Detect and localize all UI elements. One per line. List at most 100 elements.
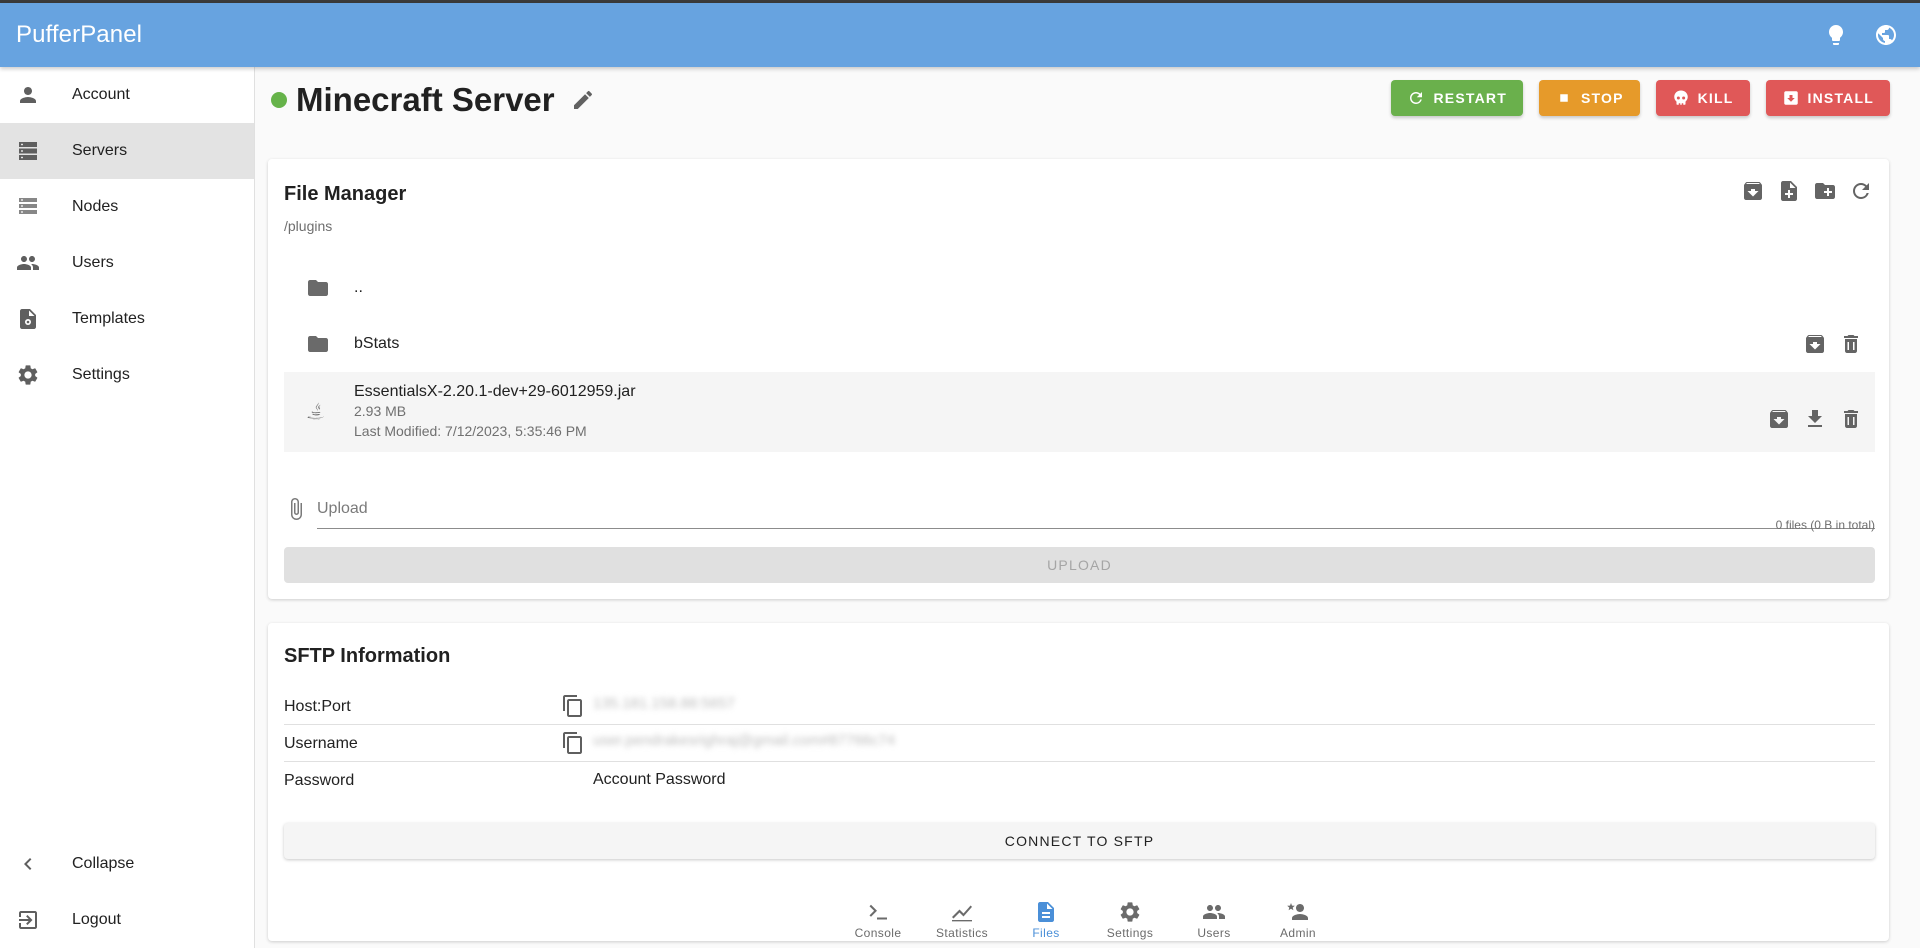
file-row-folder[interactable]: bStats <box>284 316 1875 372</box>
tab-settings[interactable]: Settings <box>1088 892 1172 948</box>
tab-statistics[interactable]: Statistics <box>920 892 1004 948</box>
app-bar: PufferPanel <box>0 3 1920 67</box>
templates-icon <box>20 309 36 329</box>
sidebar-item-label: Users <box>72 254 114 271</box>
restart-label: RESTART <box>1433 90 1507 106</box>
tab-admin[interactable]: Admin <box>1256 892 1340 948</box>
tab-label: Settings <box>1106 926 1154 940</box>
sidebar-item-templates[interactable]: Templates <box>0 291 254 347</box>
nodes-icon <box>19 198 37 214</box>
edit-name-icon[interactable] <box>571 88 595 112</box>
tab-label: Users <box>1197 926 1231 940</box>
current-path: /plugins <box>284 218 333 234</box>
file-row-parent[interactable]: .. <box>284 260 1875 316</box>
java-file-icon <box>307 402 324 420</box>
sidebar-item-label: Servers <box>72 142 128 159</box>
download-icon[interactable] <box>1803 407 1827 431</box>
sftp-label: Username <box>284 735 358 752</box>
sftp-value: user.pendrakesrighraj@gmail.com#87766c74 <box>593 732 896 749</box>
sidebar: Account Servers Nodes Users Templates Se… <box>0 67 255 948</box>
tab-label: Admin <box>1279 926 1316 940</box>
sftp-row-password: Password Account Password <box>284 762 1875 799</box>
sidebar-item-settings[interactable]: Settings <box>0 347 254 403</box>
restart-button[interactable]: RESTART <box>1391 80 1523 116</box>
file-size: 2.93 MB <box>354 403 407 419</box>
new-folder-icon[interactable] <box>1813 179 1837 203</box>
folder-icon <box>308 280 328 296</box>
file-manager-card: File Manager /plugins .. bStats Essentia… <box>268 159 1889 599</box>
file-manager-toolbar <box>1741 179 1873 203</box>
sidebar-item-servers[interactable]: Servers <box>0 123 254 179</box>
sidebar-bottom: Collapse Logout <box>0 836 254 948</box>
sidebar-item-nodes[interactable]: Nodes <box>0 179 254 235</box>
users-icon <box>17 256 39 270</box>
delete-icon[interactable] <box>1839 332 1863 356</box>
row-actions <box>1803 332 1863 356</box>
file-details: EssentialsX-2.20.1-dev+29-6012959.jar 2.… <box>354 383 636 441</box>
copy-icon[interactable] <box>561 731 585 755</box>
upload-count: 0 files (0 B in total) <box>1775 518 1875 532</box>
files-icon <box>1038 902 1054 922</box>
copy-icon[interactable] <box>561 694 585 718</box>
tab-label: Console <box>854 926 902 940</box>
sftp-label: Password <box>284 772 355 789</box>
kill-button[interactable]: KILL <box>1655 80 1750 116</box>
skull-icon <box>1673 90 1688 105</box>
install-button[interactable]: INSTALL <box>1765 80 1890 116</box>
app-title[interactable]: PufferPanel <box>16 21 142 49</box>
stop-label: STOP <box>1580 90 1624 106</box>
sftp-row-username: Username user.pendrakesrighraj@gmail.com… <box>284 725 1875 762</box>
tab-label: Files <box>1032 926 1060 940</box>
sftp-value: Account Password <box>593 771 726 788</box>
chevron-left-icon <box>24 858 32 870</box>
file-name: EssentialsX-2.20.1-dev+29-6012959.jar <box>354 383 636 400</box>
tab-console[interactable]: Console <box>836 892 920 948</box>
account-icon <box>20 87 36 103</box>
app-bar-actions <box>1824 23 1898 47</box>
gear-icon <box>18 365 38 385</box>
new-file-icon[interactable] <box>1777 179 1801 203</box>
paperclip-icon[interactable] <box>284 497 308 521</box>
server-header: Minecraft Server <box>270 81 595 119</box>
users-icon <box>1203 905 1225 919</box>
file-row-file[interactable]: EssentialsX-2.20.1-dev+29-6012959.jar 2.… <box>284 372 1875 452</box>
gear-icon <box>1120 902 1140 922</box>
theme-toggle-button[interactable] <box>1824 23 1848 47</box>
upload-button[interactable]: UPLOAD <box>284 547 1875 583</box>
archive-icon[interactable] <box>1741 179 1765 203</box>
file-name: .. <box>354 279 363 296</box>
tab-label: Statistics <box>935 926 988 940</box>
kill-label: KILL <box>1697 90 1734 106</box>
row-actions <box>1767 407 1863 431</box>
page-title: Minecraft Server <box>296 81 555 118</box>
sidebar-item-label: Templates <box>72 310 145 327</box>
upload-input[interactable] <box>317 489 1875 529</box>
sftp-value: 135.181.158.88:5657 <box>593 695 735 712</box>
restart-icon <box>1410 92 1423 104</box>
console-icon <box>869 904 887 920</box>
sidebar-item-account[interactable]: Account <box>0 67 254 123</box>
sidebar-item-logout[interactable]: Logout <box>0 892 254 948</box>
upload-field <box>284 489 1875 529</box>
tab-files[interactable]: Files <box>1004 892 1088 948</box>
sftp-label: Host:Port <box>284 698 351 715</box>
sidebar-item-label: Nodes <box>72 198 119 215</box>
language-button[interactable] <box>1874 23 1898 47</box>
install-icon <box>1783 91 1798 105</box>
stop-button[interactable]: STOP <box>1538 80 1640 116</box>
sidebar-item-label: Settings <box>72 366 130 383</box>
globe-icon <box>1876 25 1896 45</box>
archive-icon[interactable] <box>1803 332 1827 356</box>
servers-icon <box>19 142 37 160</box>
refresh-icon[interactable] <box>1849 179 1873 203</box>
server-tabs: Console Statistics Files Settings Users … <box>256 892 1920 948</box>
stop-icon <box>1560 94 1568 102</box>
archive-icon[interactable] <box>1767 407 1791 431</box>
sidebar-item-collapse[interactable]: Collapse <box>0 836 254 892</box>
delete-icon[interactable] <box>1839 407 1863 431</box>
logout-icon <box>19 911 37 929</box>
server-actions: RESTART STOP KILL INSTALL <box>1391 80 1890 116</box>
sidebar-item-users[interactable]: Users <box>0 235 254 291</box>
tab-users[interactable]: Users <box>1172 892 1256 948</box>
connect-sftp-button[interactable]: CONNECT TO SFTP <box>284 823 1875 859</box>
